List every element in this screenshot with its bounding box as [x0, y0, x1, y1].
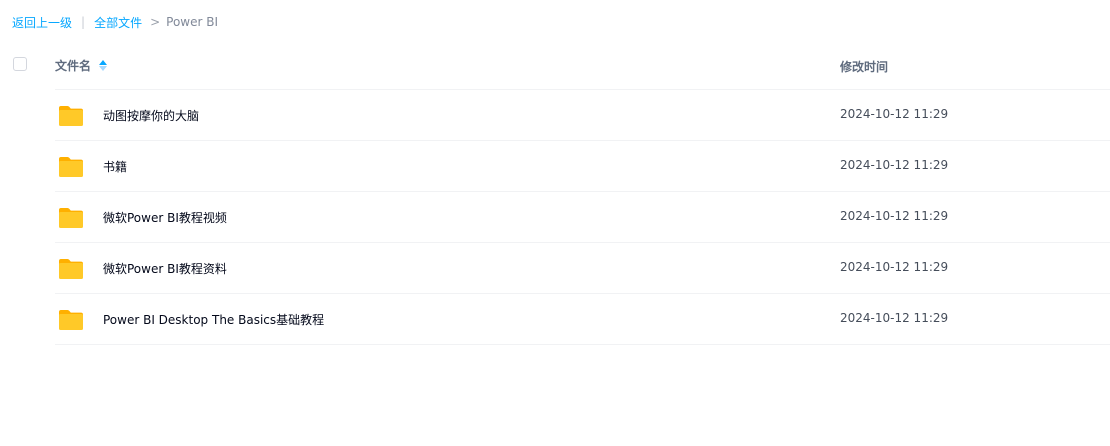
sort-ascending-icon[interactable]: [99, 60, 108, 71]
list-item[interactable]: 书籍 2024-10-12 11:29: [0, 141, 1110, 192]
breadcrumb: 返回上一级 | 全部文件 > Power BI: [12, 13, 218, 31]
column-header-name-label: 文件名: [55, 59, 92, 73]
list-item[interactable]: 微软Power BI教程视频 2024-10-12 11:29: [0, 192, 1110, 243]
file-time: 2024-10-12 11:29: [840, 260, 949, 274]
file-name[interactable]: Power BI Desktop The Basics基础教程: [103, 311, 324, 328]
folder-icon: [59, 106, 83, 126]
list-header: 文件名 修改时间: [0, 44, 1110, 90]
folder-icon: [59, 157, 83, 177]
folder-icon: [59, 208, 83, 228]
breadcrumb-current: Power BI: [166, 15, 219, 29]
file-name[interactable]: 微软Power BI教程资料: [103, 260, 227, 277]
column-header-time[interactable]: 修改时间: [840, 58, 888, 75]
file-time: 2024-10-12 11:29: [840, 107, 949, 121]
file-name[interactable]: 微软Power BI教程视频: [103, 209, 227, 226]
file-time: 2024-10-12 11:29: [840, 158, 949, 172]
file-time: 2024-10-12 11:29: [840, 209, 949, 223]
breadcrumb-arrow-icon: >: [150, 15, 161, 29]
folder-icon: [59, 310, 83, 330]
breadcrumb-all-files[interactable]: 全部文件: [94, 14, 142, 31]
breadcrumb-separator: |: [81, 15, 86, 29]
column-header-name[interactable]: 文件名: [55, 57, 108, 74]
back-link[interactable]: 返回上一级: [12, 14, 72, 31]
list-item[interactable]: 微软Power BI教程资料 2024-10-12 11:29: [0, 243, 1110, 294]
list-item[interactable]: 动图按摩你的大脑 2024-10-12 11:29: [0, 90, 1110, 141]
list-item[interactable]: Power BI Desktop The Basics基础教程 2024-10-…: [0, 294, 1110, 345]
select-all-checkbox[interactable]: [13, 57, 27, 71]
folder-icon: [59, 259, 83, 279]
file-list: 动图按摩你的大脑 2024-10-12 11:29 书籍 2024-10-12 …: [0, 90, 1110, 345]
file-name[interactable]: 书籍: [103, 158, 127, 175]
file-time: 2024-10-12 11:29: [840, 311, 949, 325]
file-name[interactable]: 动图按摩你的大脑: [103, 107, 199, 124]
